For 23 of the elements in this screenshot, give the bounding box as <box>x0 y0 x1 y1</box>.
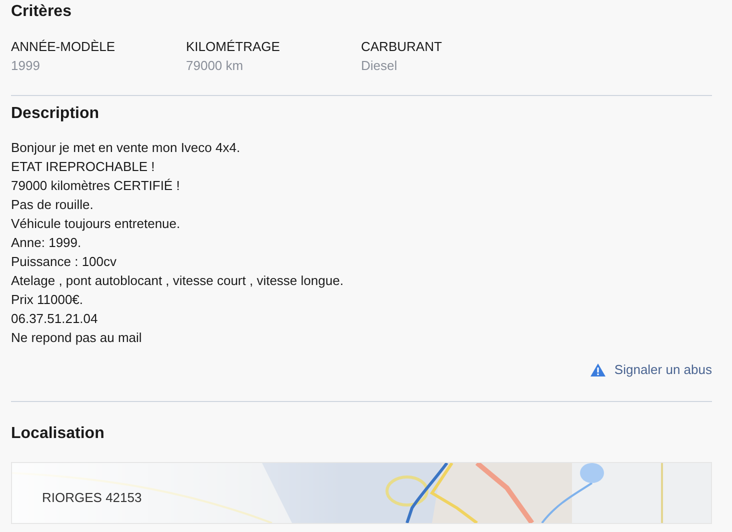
description-line: Bonjour je met en vente mon Iveco 4x4. <box>11 139 240 157</box>
description-line: ETAT IREPROCHABLE ! <box>11 158 155 176</box>
description-line: Puissance : 100cv <box>11 253 117 271</box>
description-line: Pas de rouille. <box>11 196 94 214</box>
section-heading: Critères <box>11 2 72 22</box>
criterion-value: 1999 <box>11 57 40 75</box>
description-line: Ne repond pas au mail <box>11 329 142 347</box>
criterion-value: 79000 km <box>186 57 244 75</box>
warning-icon <box>590 363 606 377</box>
criterion-label: ANNÉE-MODÈLE <box>11 38 116 56</box>
criterion-value: Diesel <box>361 57 398 75</box>
description-line: Prix 11000€. <box>11 291 84 309</box>
criterion-label: KILOMÉTRAGE <box>186 38 280 56</box>
description-line: Anne: 1999. <box>11 234 82 252</box>
description-line: 06.37.51.21.04 <box>11 310 98 328</box>
section-heading: Description <box>11 104 100 124</box>
location-label: RIORGES 42153 <box>42 490 142 506</box>
description-line: Atelage , pont autoblocant , vitesse court , vitesse longue. <box>11 272 344 290</box>
description-line: 79000 kilomètres CERTIFIÉ ! <box>11 177 180 195</box>
criterion-label: CARBURANT <box>361 38 442 56</box>
description-line: Véhicule toujours entretenue. <box>11 215 180 233</box>
report-abuse-link[interactable]: Signaler un abus <box>590 361 712 379</box>
section-heading: Localisation <box>11 424 104 444</box>
